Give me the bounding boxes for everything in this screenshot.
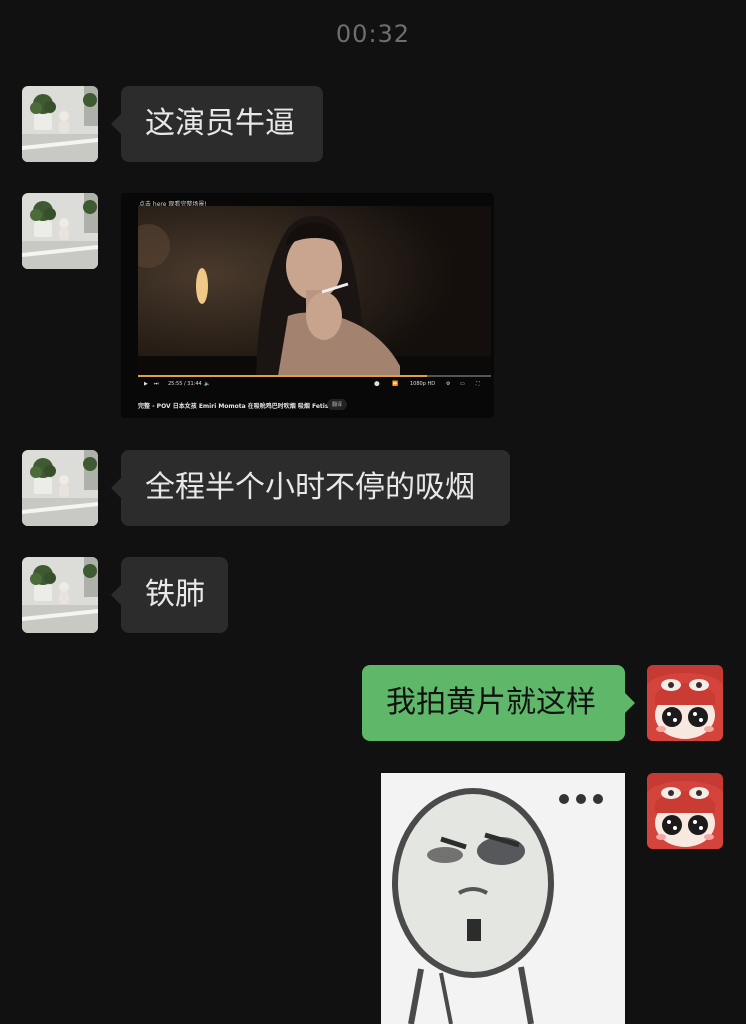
volume-icon[interactable]: 🔈 xyxy=(204,379,210,389)
message-bubble-incoming[interactable]: 全程半个小时不停的吸烟 xyxy=(111,450,510,526)
contact-avatar[interactable] xyxy=(22,557,98,633)
contact-avatar[interactable] xyxy=(22,86,98,162)
video-time: 25:55 / 31:44 xyxy=(168,381,202,387)
translate-button[interactable]: 翻译 xyxy=(327,399,348,410)
video-frame-image xyxy=(138,206,491,376)
video-controls: ▶ ⏭ 25:55 / 31:44 🔈 ⬤ ⏩ 1080p HD ⚙ ▭ ⛶ xyxy=(138,379,491,389)
my-avatar[interactable] xyxy=(647,665,723,741)
plant-avatar-image xyxy=(22,86,98,162)
plant-avatar-image xyxy=(22,450,98,526)
chat-timestamp: 00:32 xyxy=(335,20,411,48)
video-progress-bar[interactable] xyxy=(138,375,491,377)
quality-label[interactable]: 1080p HD xyxy=(410,379,435,389)
contact-avatar[interactable] xyxy=(22,193,98,269)
anime-girl-avatar-image xyxy=(647,773,723,849)
plant-avatar-image xyxy=(22,557,98,633)
play-icon[interactable]: ▶ xyxy=(144,379,148,389)
theater-icon[interactable]: ▭ xyxy=(460,379,465,389)
video-title: 完整 - POV 日本女孩 Emiri Momota 在吸吮鸡巴时吹烟 吸烟 F… xyxy=(138,403,333,410)
message-bubble-incoming[interactable]: 这演员牛逼 xyxy=(111,86,323,162)
my-avatar[interactable] xyxy=(647,773,723,849)
squinting-face-sticker xyxy=(381,773,625,1024)
video-screenshot-message[interactable]: 点击 here 观看完整场景! ▶ ⏭ 25:55 / 31:44 🔈 ⬤ ⏩ … xyxy=(121,193,494,418)
next-icon[interactable]: ⏭ xyxy=(154,379,159,389)
fullscreen-icon[interactable]: ⛶ xyxy=(476,379,480,389)
plant-avatar-image xyxy=(22,193,98,269)
message-bubble-outgoing[interactable]: 我拍黄片就这样 xyxy=(362,665,635,741)
message-bubble-incoming[interactable]: 铁肺 xyxy=(111,557,228,633)
autoplay-toggle[interactable]: ⬤ xyxy=(374,379,380,389)
settings-icon[interactable]: ⚙ xyxy=(446,379,450,389)
video-progress-fill xyxy=(138,375,428,377)
meme-sticker-message[interactable] xyxy=(381,773,625,1024)
contact-avatar[interactable] xyxy=(22,450,98,526)
anime-girl-avatar-image xyxy=(647,665,723,741)
fast-forward-icon[interactable]: ⏩ xyxy=(392,379,398,389)
